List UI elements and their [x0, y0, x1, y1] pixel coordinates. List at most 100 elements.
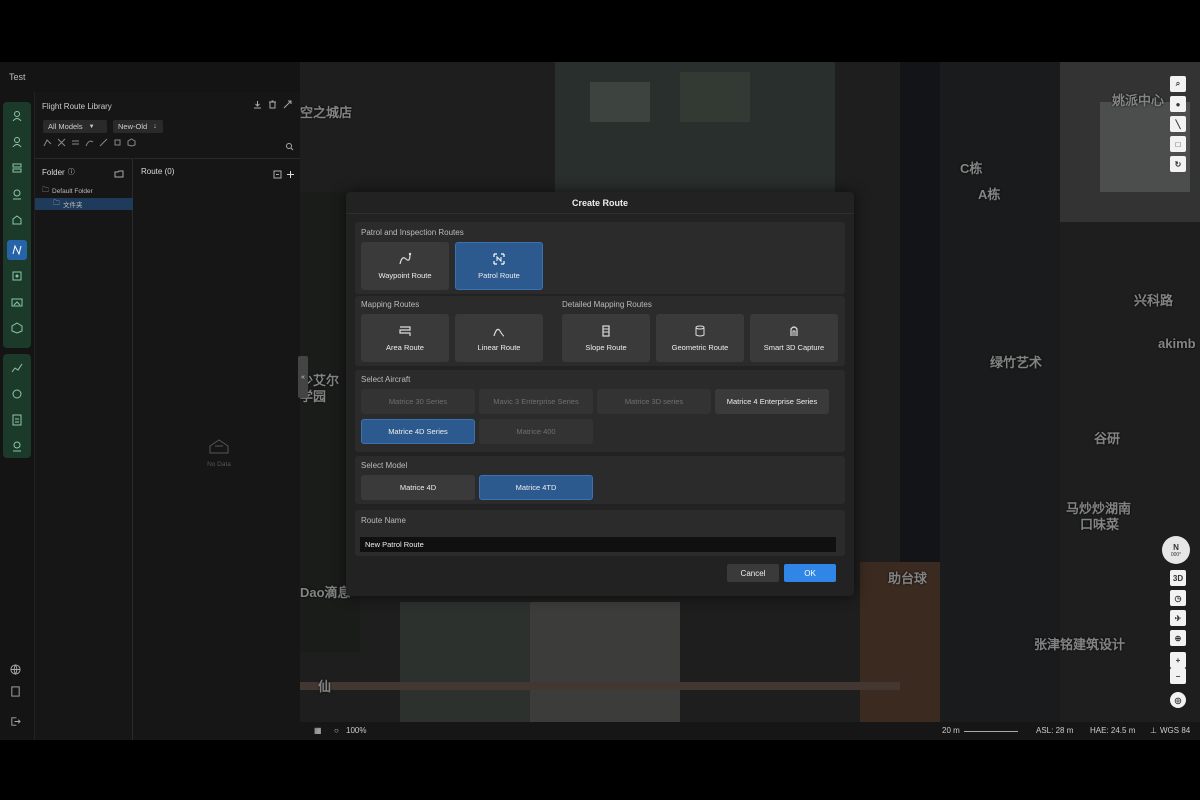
area-route-option[interactable]: Area Route — [361, 314, 449, 362]
map-ruler-icon[interactable]: ╲ — [1170, 116, 1186, 132]
user-icon[interactable] — [7, 132, 27, 152]
cancel-button[interactable]: Cancel — [727, 564, 779, 582]
time-icon[interactable]: ◷ — [1170, 590, 1186, 606]
add-route-icon[interactable] — [286, 166, 295, 184]
linear-filter-icon[interactable] — [85, 138, 94, 147]
aircraft-option-matrice-3d[interactable]: Matrice 3D series — [597, 389, 711, 414]
linear-route-option[interactable]: Linear Route — [455, 314, 543, 362]
patrol-section-label: Patrol and Inspection Routes — [361, 228, 464, 237]
map-area-icon[interactable]: □ — [1170, 136, 1186, 152]
media-icon[interactable] — [7, 292, 27, 312]
collapse-icon[interactable] — [283, 100, 292, 109]
asl-readout: ASL: 28 m — [1036, 726, 1074, 735]
route-header: Route (0) — [141, 167, 174, 176]
dock-icon[interactable] — [7, 210, 27, 230]
model-section-label: Select Model — [361, 461, 408, 470]
app-window: Test Flight Route Library All Models ▼ N… — [0, 62, 1200, 740]
model-filter-value: All Models — [48, 122, 83, 131]
globe-icon[interactable] — [6, 660, 24, 678]
add-folder-icon[interactable] — [114, 166, 124, 178]
import-route-icon[interactable] — [273, 166, 282, 184]
folder-item-label: Default Folder — [52, 187, 93, 195]
collapse-panel-button[interactable]: « — [298, 356, 308, 398]
tile-label: Waypoint Route — [378, 271, 432, 280]
grid-icon[interactable]: ▦ — [314, 726, 322, 735]
search-icon[interactable] — [285, 138, 294, 151]
model-icon[interactable] — [7, 318, 27, 338]
compass-button[interactable]: N 000° — [1162, 536, 1190, 564]
aircraft-option-matrice-4d[interactable]: Matrice 4D Series — [361, 419, 475, 444]
patrol-filter-icon[interactable] — [57, 138, 66, 147]
no-data-icon — [209, 439, 229, 454]
slope-route-icon — [602, 325, 610, 337]
folder-item-selected[interactable]: 🗀 文件夹 — [35, 198, 133, 210]
aircraft-option-matrice-30[interactable]: Matrice 30 Series — [361, 389, 475, 414]
aircraft-option-matrice-4e[interactable]: Matrice 4 Enterprise Series — [715, 389, 829, 414]
chart-icon[interactable] — [7, 358, 27, 378]
slope-route-option[interactable]: Slope Route — [562, 314, 650, 362]
folder-header-label: Folder — [42, 167, 65, 177]
layers-icon[interactable]: ◎ — [1170, 692, 1186, 708]
library-title: Flight Route Library — [42, 102, 112, 111]
geometric-filter-icon[interactable] — [113, 138, 122, 147]
map-status-bar: ▦ ○ 100% 20 m ASL: 28 m HAE: 24.5 m ⊥ WG… — [300, 722, 1200, 740]
tile-label: Smart 3D Capture — [763, 343, 825, 352]
map-refresh-icon[interactable]: ↻ — [1170, 156, 1186, 172]
zoom-icon: ○ — [334, 726, 339, 735]
patrol-route-option[interactable]: Patrol Route — [455, 242, 543, 290]
info-icon: ⓘ — [67, 169, 75, 176]
area-filter-icon[interactable] — [71, 138, 80, 147]
route-toolbar — [273, 166, 295, 184]
model-option-matrice-4d[interactable]: Matrice 4D — [361, 475, 475, 500]
delete-icon[interactable] — [268, 100, 277, 109]
waypoint-filter-icon[interactable] — [43, 138, 52, 147]
refresh-icon[interactable] — [7, 384, 27, 404]
device-icon[interactable] — [7, 106, 27, 126]
slope-filter-icon[interactable] — [99, 138, 108, 147]
locate-icon[interactable]: ⊕ — [1170, 630, 1186, 646]
linear-route-icon — [493, 328, 505, 337]
model-filter-dropdown[interactable]: All Models ▼ — [43, 120, 107, 133]
aircraft-option-matrice-400[interactable]: Matrice 400 — [479, 419, 593, 444]
pilot-icon[interactable] — [7, 436, 27, 456]
dialog-title: Create Route — [346, 192, 854, 214]
folder-pane: Folder ⓘ 🗀 Default Folder 🗀 文件夹 — [35, 158, 133, 740]
flight-route-icon[interactable] — [7, 240, 27, 260]
tile-label: Slope Route — [585, 343, 627, 352]
waypoint-route-option[interactable]: Waypoint Route — [361, 242, 449, 290]
zoom-out-button[interactable]: − — [1170, 668, 1186, 684]
exit-icon[interactable] — [6, 712, 24, 730]
sort-dropdown[interactable]: New-Old ↓ — [113, 120, 163, 133]
document-icon[interactable] — [7, 410, 27, 430]
view-mode-3d-button[interactable]: 3D — [1170, 570, 1186, 586]
smart-3d-filter-icon[interactable] — [127, 138, 136, 147]
smart-3d-capture-option[interactable]: Smart 3D Capture — [750, 314, 838, 362]
route-name-input[interactable] — [360, 537, 836, 552]
datum-icon: ⊥ — [1150, 726, 1157, 735]
map-pin-icon[interactable]: ● — [1170, 96, 1186, 112]
map-search-icon[interactable]: ⌕ — [1170, 76, 1186, 92]
area-route-icon — [399, 326, 411, 336]
model-option-matrice-4td[interactable]: Matrice 4TD — [479, 475, 593, 500]
empty-state-text: No Data — [207, 461, 231, 468]
view-mode-label: 3D — [1172, 573, 1184, 583]
compass-north-label: N — [1173, 542, 1179, 552]
zoom-level: 100% — [346, 726, 367, 735]
log-icon[interactable] — [6, 682, 24, 700]
server-icon[interactable] — [7, 158, 27, 178]
ok-button[interactable]: OK — [784, 564, 836, 582]
geometric-route-option[interactable]: Geometric Route — [656, 314, 744, 362]
zoom-in-button[interactable]: + — [1170, 652, 1186, 668]
task-icon[interactable] — [7, 266, 27, 286]
create-route-dialog: Create Route Patrol and Inspection Route… — [346, 192, 854, 596]
mapping-section: Mapping Routes Detailed Mapping Routes A… — [355, 296, 845, 366]
route-name-section: Route Name — [355, 510, 845, 556]
aircraft-section: Select Aircraft Matrice 30 Series Mavic … — [355, 370, 845, 452]
location-user-icon[interactable] — [7, 184, 27, 204]
aircraft-option-mavic-3e[interactable]: Mavic 3 Enterprise Series — [479, 389, 593, 414]
aircraft-icon[interactable]: ✈ — [1170, 610, 1186, 626]
scale-label: 20 m — [942, 726, 960, 735]
folder-item[interactable]: 🗀 Default Folder — [35, 185, 133, 197]
sort-value: New-Old — [118, 122, 148, 131]
import-icon[interactable] — [253, 100, 262, 109]
